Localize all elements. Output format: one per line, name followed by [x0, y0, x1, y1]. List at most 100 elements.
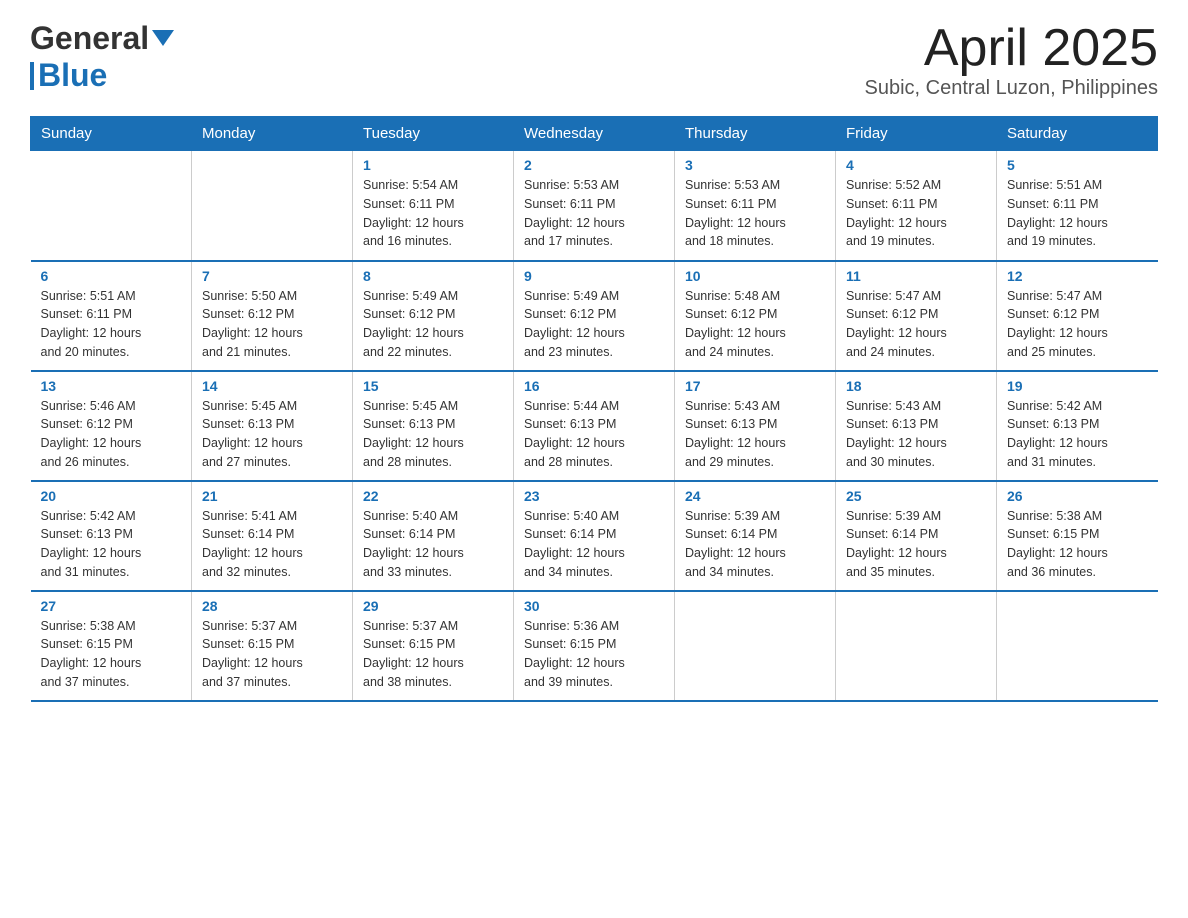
calendar-cell: 1 Sunrise: 5:54 AM Sunset: 6:11 PM Daylig… [353, 151, 514, 261]
calendar-week-row: 1 Sunrise: 5:54 AM Sunset: 6:11 PM Daylig… [31, 151, 1158, 261]
page-subtitle: Subic, Central Luzon, Philippines [864, 77, 1158, 100]
day-number: 27 [41, 598, 182, 614]
logo-bar [30, 62, 34, 90]
calendar-cell: 3Sunrise: 5:53 AM Sunset: 6:11 PM Daylig… [675, 151, 836, 261]
calendar-cell: 8 Sunrise: 5:49 AM Sunset: 6:12 PM Daylig… [353, 261, 514, 371]
calendar-cell: 26 Sunrise: 5:38 AM Sunset: 6:15 PM Dayli… [997, 481, 1158, 591]
day-info: Sunrise: 5:41 AM Sunset: 6:14 PM Dayligh… [202, 507, 342, 582]
day-info: Sunrise: 5:47 AM Sunset: 6:12 PM Dayligh… [1007, 287, 1148, 362]
day-number: 19 [1007, 378, 1148, 394]
calendar-cell: 23 Sunrise: 5:40 AM Sunset: 6:14 PM Dayli… [514, 481, 675, 591]
day-info: Sunrise: 5:51 AM Sunset: 6:11 PM Dayligh… [1007, 176, 1148, 251]
day-info: Sunrise: 5:50 AM Sunset: 6:12 PM Dayligh… [202, 287, 342, 362]
day-number: 21 [202, 488, 342, 504]
calendar-cell: 15 Sunrise: 5:45 AM Sunset: 6:13 PM Dayli… [353, 371, 514, 481]
day-info: Sunrise: 5:40 AM Sunset: 6:14 PM Dayligh… [363, 507, 503, 582]
calendar-cell [836, 591, 997, 701]
day-number: 29 [363, 598, 503, 614]
day-number: 1 [363, 157, 503, 173]
calendar-cell [31, 151, 192, 261]
day-info: Sunrise: 5:37 AM Sunset: 6:15 PM Dayligh… [202, 617, 342, 692]
day-info: Sunrise: 5:47 AM Sunset: 6:12 PM Dayligh… [846, 287, 986, 362]
calendar-week-row: 27 Sunrise: 5:38 AM Sunset: 6:15 PM Dayli… [31, 591, 1158, 701]
day-info: Sunrise: 5:53 AM Sunset: 6:11 PM Dayligh… [685, 176, 825, 251]
weekday-header-saturday: Saturday [997, 117, 1158, 151]
day-number: 18 [846, 378, 986, 394]
day-info: Sunrise: 5:42 AM Sunset: 6:13 PM Dayligh… [1007, 397, 1148, 472]
day-info: Sunrise: 5:43 AM Sunset: 6:13 PM Dayligh… [846, 397, 986, 472]
day-info: Sunrise: 5:48 AM Sunset: 6:12 PM Dayligh… [685, 287, 825, 362]
logo-triangle-icon [152, 30, 174, 46]
day-number: 5 [1007, 157, 1148, 173]
calendar-table: SundayMondayTuesdayWednesdayThursdayFrid… [30, 116, 1158, 702]
calendar-cell: 17 Sunrise: 5:43 AM Sunset: 6:13 PM Dayli… [675, 371, 836, 481]
calendar-cell: 18 Sunrise: 5:43 AM Sunset: 6:13 PM Dayli… [836, 371, 997, 481]
calendar-cell: 10Sunrise: 5:48 AM Sunset: 6:12 PM Dayli… [675, 261, 836, 371]
day-number: 4 [846, 157, 986, 173]
calendar-cell: 28 Sunrise: 5:37 AM Sunset: 6:15 PM Dayli… [192, 591, 353, 701]
day-info: Sunrise: 5:42 AM Sunset: 6:13 PM Dayligh… [41, 507, 182, 582]
day-info: Sunrise: 5:38 AM Sunset: 6:15 PM Dayligh… [41, 617, 182, 692]
day-info: Sunrise: 5:51 AM Sunset: 6:11 PM Dayligh… [41, 287, 182, 362]
calendar-cell [997, 591, 1158, 701]
day-number: 6 [41, 268, 182, 284]
day-number: 13 [41, 378, 182, 394]
calendar-header-row: SundayMondayTuesdayWednesdayThursdayFrid… [31, 117, 1158, 151]
logo-blue: Blue [38, 57, 107, 94]
day-info: Sunrise: 5:43 AM Sunset: 6:13 PM Dayligh… [685, 397, 825, 472]
page-title: April 2025 [864, 20, 1158, 77]
calendar-cell: 20 Sunrise: 5:42 AM Sunset: 6:13 PM Dayli… [31, 481, 192, 591]
calendar-week-row: 6 Sunrise: 5:51 AM Sunset: 6:11 PM Daylig… [31, 261, 1158, 371]
calendar-week-row: 13 Sunrise: 5:46 AM Sunset: 6:12 PM Dayli… [31, 371, 1158, 481]
day-number: 26 [1007, 488, 1148, 504]
day-number: 22 [363, 488, 503, 504]
calendar-cell: 19 Sunrise: 5:42 AM Sunset: 6:13 PM Dayli… [997, 371, 1158, 481]
logo-general: General [30, 20, 149, 57]
day-number: 28 [202, 598, 342, 614]
day-number: 23 [524, 488, 664, 504]
calendar-cell [192, 151, 353, 261]
day-number: 17 [685, 378, 825, 394]
page-header: General Blue April 2025 Subic, Central L… [30, 20, 1158, 100]
calendar-week-row: 20 Sunrise: 5:42 AM Sunset: 6:13 PM Dayli… [31, 481, 1158, 591]
calendar-cell: 9Sunrise: 5:49 AM Sunset: 6:12 PM Daylig… [514, 261, 675, 371]
day-number: 14 [202, 378, 342, 394]
weekday-header-wednesday: Wednesday [514, 117, 675, 151]
title-block: April 2025 Subic, Central Luzon, Philipp… [864, 20, 1158, 100]
day-info: Sunrise: 5:38 AM Sunset: 6:15 PM Dayligh… [1007, 507, 1148, 582]
calendar-cell: 27 Sunrise: 5:38 AM Sunset: 6:15 PM Dayli… [31, 591, 192, 701]
day-number: 30 [524, 598, 664, 614]
calendar-cell: 4Sunrise: 5:52 AM Sunset: 6:11 PM Daylig… [836, 151, 997, 261]
weekday-header-friday: Friday [836, 117, 997, 151]
weekday-header-monday: Monday [192, 117, 353, 151]
day-info: Sunrise: 5:45 AM Sunset: 6:13 PM Dayligh… [202, 397, 342, 472]
day-info: Sunrise: 5:54 AM Sunset: 6:11 PM Dayligh… [363, 176, 503, 251]
logo: General Blue [30, 20, 174, 94]
day-info: Sunrise: 5:46 AM Sunset: 6:12 PM Dayligh… [41, 397, 182, 472]
calendar-cell: 11Sunrise: 5:47 AM Sunset: 6:12 PM Dayli… [836, 261, 997, 371]
day-info: Sunrise: 5:40 AM Sunset: 6:14 PM Dayligh… [524, 507, 664, 582]
calendar-cell: 22 Sunrise: 5:40 AM Sunset: 6:14 PM Dayli… [353, 481, 514, 591]
day-info: Sunrise: 5:45 AM Sunset: 6:13 PM Dayligh… [363, 397, 503, 472]
calendar-cell: 29Sunrise: 5:37 AM Sunset: 6:15 PM Dayli… [353, 591, 514, 701]
calendar-cell: 6 Sunrise: 5:51 AM Sunset: 6:11 PM Daylig… [31, 261, 192, 371]
day-number: 12 [1007, 268, 1148, 284]
calendar-cell: 7Sunrise: 5:50 AM Sunset: 6:12 PM Daylig… [192, 261, 353, 371]
weekday-header-thursday: Thursday [675, 117, 836, 151]
calendar-cell: 16Sunrise: 5:44 AM Sunset: 6:13 PM Dayli… [514, 371, 675, 481]
calendar-cell: 30Sunrise: 5:36 AM Sunset: 6:15 PM Dayli… [514, 591, 675, 701]
calendar-cell: 21 Sunrise: 5:41 AM Sunset: 6:14 PM Dayli… [192, 481, 353, 591]
calendar-cell: 14 Sunrise: 5:45 AM Sunset: 6:13 PM Dayli… [192, 371, 353, 481]
day-number: 20 [41, 488, 182, 504]
calendar-cell: 13 Sunrise: 5:46 AM Sunset: 6:12 PM Dayli… [31, 371, 192, 481]
day-number: 15 [363, 378, 503, 394]
calendar-cell: 25 Sunrise: 5:39 AM Sunset: 6:14 PM Dayli… [836, 481, 997, 591]
weekday-header-sunday: Sunday [31, 117, 192, 151]
day-info: Sunrise: 5:39 AM Sunset: 6:14 PM Dayligh… [846, 507, 986, 582]
day-number: 25 [846, 488, 986, 504]
calendar-cell: 5 Sunrise: 5:51 AM Sunset: 6:11 PM Daylig… [997, 151, 1158, 261]
day-number: 8 [363, 268, 503, 284]
calendar-cell: 12 Sunrise: 5:47 AM Sunset: 6:12 PM Dayli… [997, 261, 1158, 371]
weekday-header-tuesday: Tuesday [353, 117, 514, 151]
day-info: Sunrise: 5:49 AM Sunset: 6:12 PM Dayligh… [363, 287, 503, 362]
